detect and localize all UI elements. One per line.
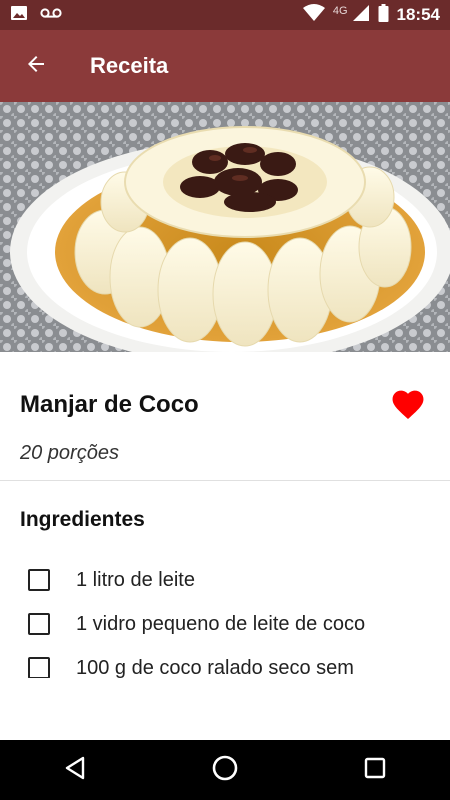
signal-icon: [352, 4, 370, 27]
ingredient-label: 100 g de coco ralado seco sem: [76, 656, 354, 679]
ingredient-checkbox[interactable]: [28, 613, 50, 635]
ingredient-checkbox[interactable]: [28, 657, 50, 678]
ingredient-label: 1 vidro pequeno de leite de coco: [76, 612, 366, 635]
divider: [0, 480, 450, 481]
ingredient-checkbox[interactable]: [28, 569, 50, 591]
ingredient-item[interactable]: 1 vidro pequeno de leite de coco: [0, 602, 450, 646]
voicemail-icon: [40, 6, 62, 24]
recipe-photo: [0, 102, 450, 352]
ingredients-list: 1 litro de leite 1 vidro pequeno de leit…: [0, 558, 450, 678]
nav-recents-button[interactable]: [335, 740, 415, 800]
recipe-title-row: Manjar de Coco: [20, 385, 430, 425]
nav-back-button[interactable]: [35, 740, 115, 800]
heart-icon: [389, 386, 427, 425]
servings-label: 20 porções: [20, 442, 119, 464]
arrow-back-icon: [24, 52, 48, 81]
ingredient-item[interactable]: 1 litro de leite: [0, 558, 450, 602]
ingredients-heading: Ingredientes: [20, 508, 145, 531]
nav-back-icon: [64, 756, 86, 785]
wifi-icon: [302, 3, 325, 27]
recipe-title: Manjar de Coco: [20, 391, 199, 418]
back-button[interactable]: [0, 30, 72, 102]
network-type-label: 4G: [332, 5, 348, 17]
app-bar: Receita: [0, 30, 450, 102]
ingredient-label: 1 litro de leite: [76, 568, 195, 591]
favorite-button[interactable]: [386, 385, 430, 425]
system-nav-bar: [0, 740, 450, 800]
status-bar: 4G 18:54: [0, 0, 450, 30]
nav-home-icon: [211, 754, 239, 787]
status-right: 4G 18:54: [302, 3, 450, 27]
image-icon: [10, 5, 28, 26]
nav-home-button[interactable]: [185, 740, 265, 800]
status-time: 18:54: [396, 5, 440, 24]
ingredient-item[interactable]: 100 g de coco ralado seco sem: [0, 646, 450, 678]
nav-recents-icon: [364, 757, 386, 784]
battery-icon: [378, 3, 389, 27]
page-title: Receita: [90, 53, 169, 78]
status-left: [0, 5, 62, 26]
